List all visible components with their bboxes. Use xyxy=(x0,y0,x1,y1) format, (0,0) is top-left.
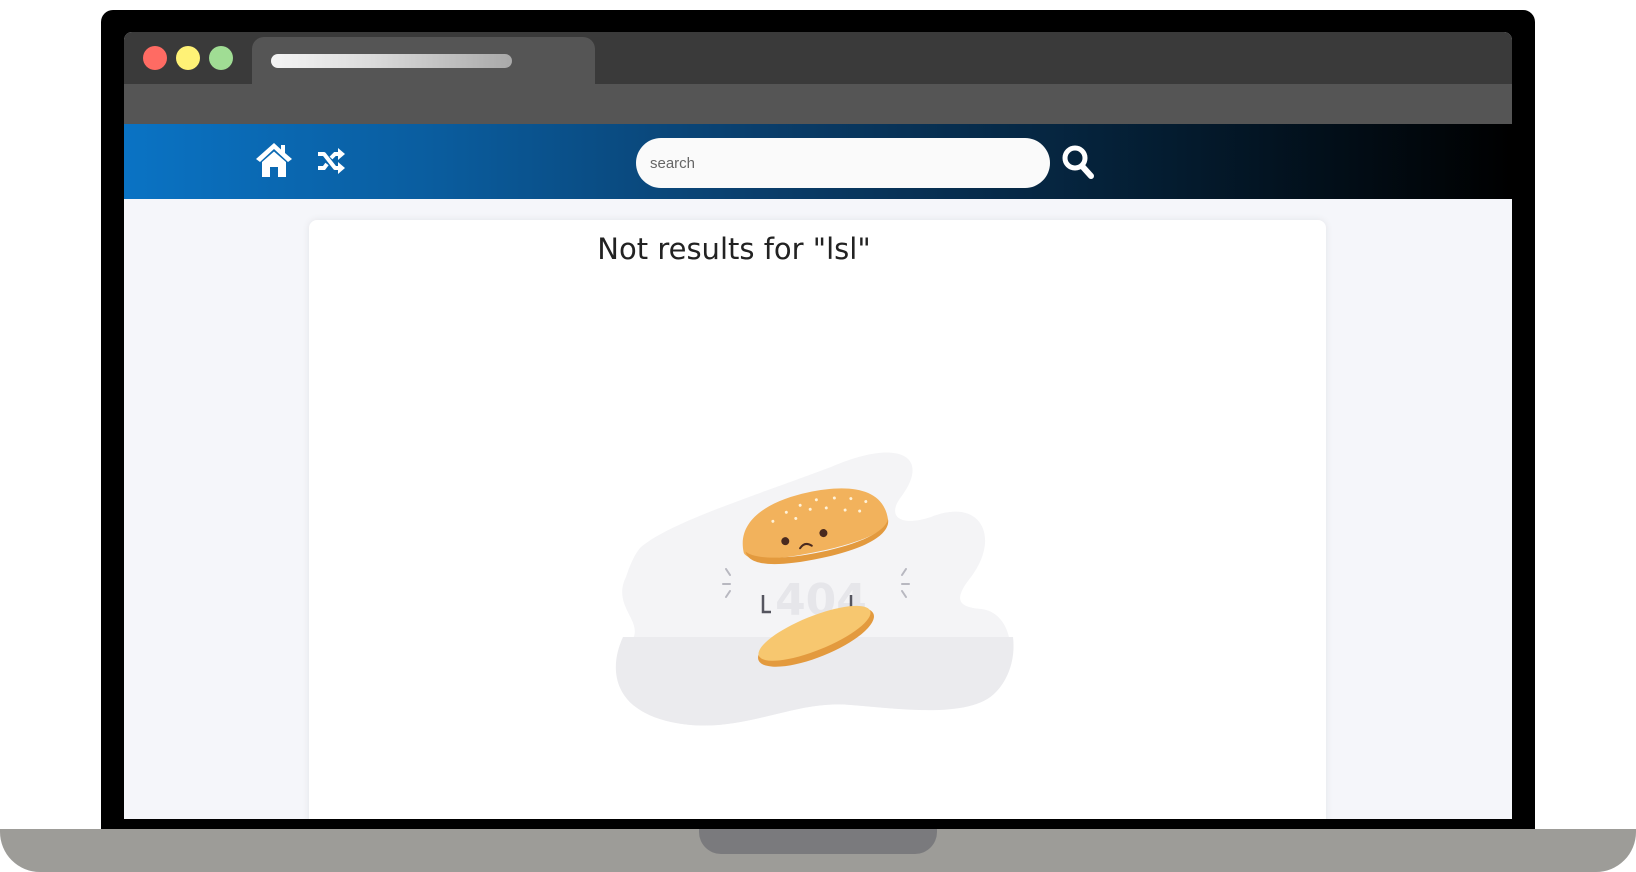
tab-title-placeholder xyxy=(271,54,512,68)
browser-window: Not results for "lsl" 404 xyxy=(124,32,1512,819)
search-icon[interactable] xyxy=(1061,144,1095,180)
browser-tab[interactable] xyxy=(252,37,595,89)
results-card: Not results for "lsl" 404 xyxy=(309,220,1326,819)
home-icon[interactable] xyxy=(254,141,294,179)
laptop-notch xyxy=(699,829,937,854)
page-title: Not results for "lsl" xyxy=(597,232,871,266)
window-maximize-button[interactable] xyxy=(209,46,233,70)
window-minimize-button[interactable] xyxy=(176,46,200,70)
not-found-illustration: 404 xyxy=(615,452,1014,726)
browser-toolbar xyxy=(124,84,1512,124)
shuffle-icon[interactable] xyxy=(316,146,346,176)
app-navbar xyxy=(124,124,1512,199)
search-input[interactable] xyxy=(636,138,1050,188)
window-close-button[interactable] xyxy=(143,46,167,70)
browser-tab-bar xyxy=(124,32,1512,89)
